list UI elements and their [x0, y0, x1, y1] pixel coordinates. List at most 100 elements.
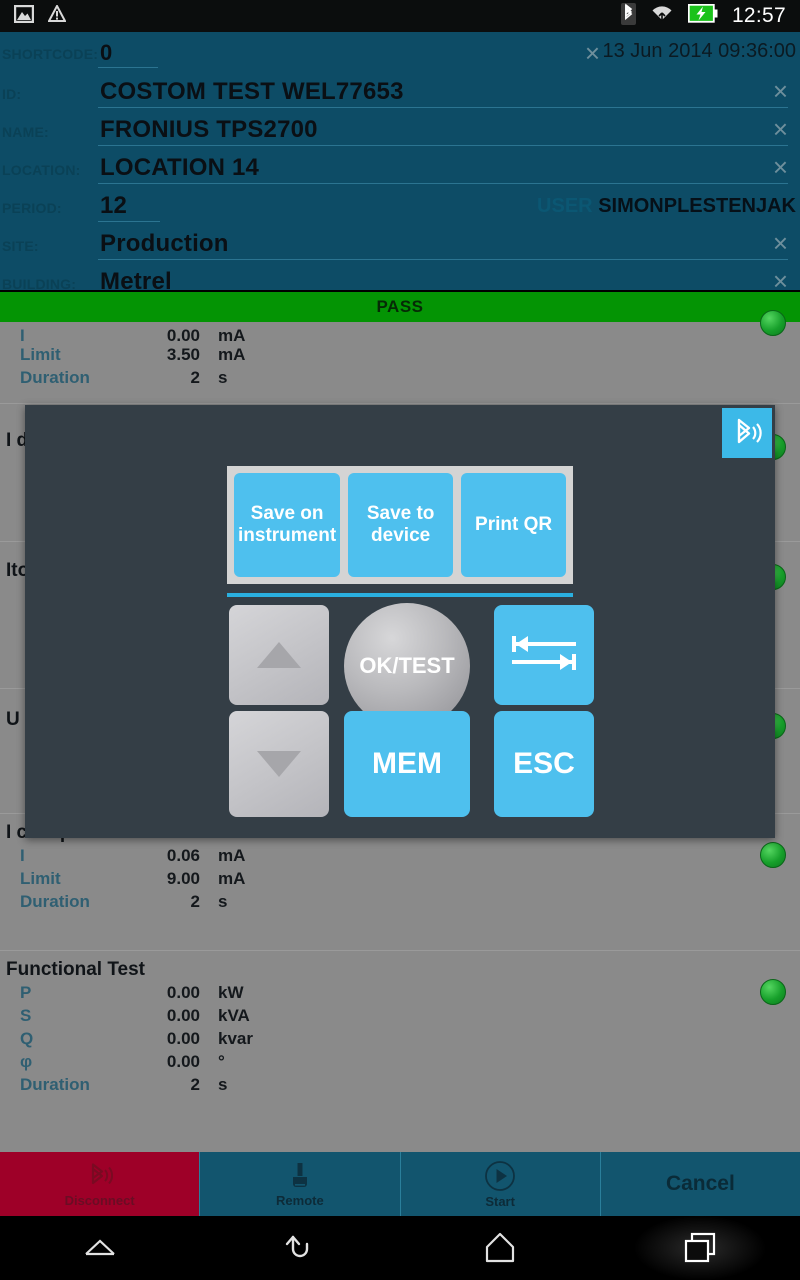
measurement-value: 0.00	[166, 1029, 200, 1048]
bottom-toolbar: Disconnect Remote Start Cancel	[0, 1152, 800, 1216]
measurement-name: Limit	[20, 869, 61, 888]
back-icon	[285, 1235, 309, 1258]
home-icon	[485, 1232, 515, 1263]
measurement-unit: mA	[218, 326, 246, 345]
bluetooth-icon	[91, 1162, 113, 1184]
save-options-panel: Save on instrument Save to device Print …	[227, 466, 573, 584]
result-block[interactable]: Functional Test P 0.00 kW S 0.00 kVA Q 0…	[0, 951, 800, 1131]
clock: 12:57	[731, 4, 786, 27]
nav-home-button[interactable]	[400, 1216, 600, 1280]
measurement-value: 2	[190, 892, 200, 911]
esc-button[interactable]: ESC	[494, 711, 594, 817]
bluetooth-icon	[737, 418, 762, 444]
cancel-button[interactable]: Cancel	[600, 1152, 800, 1216]
measurement-unit: mA	[218, 869, 246, 888]
form-label-building: BUILDING:	[2, 276, 77, 292]
measurement-row: Limit 9.00 mA	[0, 869, 800, 892]
clear-icon-shortcode[interactable]: ×	[585, 40, 600, 66]
user-label: USER	[537, 195, 593, 217]
tab-swap-button[interactable]	[494, 605, 594, 705]
nav-recents-button[interactable]	[600, 1216, 800, 1280]
print-qr-button[interactable]: Print QR	[461, 473, 567, 577]
nav-back-button[interactable]	[200, 1216, 400, 1280]
measurement-value: 0.00	[166, 1006, 200, 1025]
measurement-row: Limit 3.50 mA	[0, 345, 800, 368]
measurement-unit: kVA	[218, 1006, 250, 1025]
measurement-name: Duration	[20, 368, 90, 387]
measurement-unit: kvar	[218, 1029, 253, 1048]
form-row-id[interactable]: ID: COSTOM TEST WEL77653 ×	[0, 70, 800, 108]
wifi-icon	[650, 4, 674, 29]
save-on-instrument-button[interactable]: Save on instrument	[234, 473, 341, 577]
screen: 12:57 SHORTCODE: 0 × 13 Jun 2014 09:36:0…	[0, 0, 800, 1280]
user-display: USER SIMONPLESTENJAK	[537, 195, 796, 218]
measurement-value: 2	[190, 368, 200, 387]
remote-control-dialog: Save on instrument Save to device Print …	[25, 405, 775, 838]
measurement-name: S	[20, 1006, 32, 1025]
warning-icon	[47, 3, 67, 28]
form-row-shortcode[interactable]: SHORTCODE: 0 × 13 Jun 2014 09:36:00	[0, 32, 800, 68]
battery-charging-icon	[687, 3, 718, 28]
measurement-unit: mA	[218, 345, 246, 364]
image-icon	[13, 4, 35, 28]
nav-menu-button[interactable]	[0, 1216, 200, 1280]
pass-indicator	[760, 979, 786, 1005]
mem-button[interactable]: MEM	[344, 711, 470, 817]
measurement-unit: kW	[218, 983, 244, 1002]
probe-icon	[292, 1162, 307, 1187]
user-name: SIMONPLESTENJAK	[598, 195, 796, 217]
measurement-row: I 0.00 mA	[0, 322, 800, 345]
clear-icon-location[interactable]: ×	[773, 154, 788, 180]
menu-up-icon	[85, 1239, 115, 1256]
form-label-period: PERIOD:	[2, 200, 62, 216]
start-button[interactable]: Start	[400, 1152, 601, 1216]
clear-icon-building[interactable]: ×	[773, 268, 788, 294]
measurement-value: 9.00	[166, 869, 200, 888]
measurement-row: P 0.00 kW	[0, 983, 800, 1006]
measurement-name: φ	[20, 1052, 33, 1071]
measurement-name: P	[20, 983, 32, 1002]
clear-icon-id[interactable]: ×	[773, 78, 788, 104]
measurement-row: φ 0.00 °	[0, 1052, 800, 1075]
measurement-row: Duration 2 s	[0, 1075, 800, 1098]
clear-icon-site[interactable]: ×	[773, 230, 788, 256]
status-bar-left-icons	[13, 3, 67, 28]
form-row-location[interactable]: LOCATION: LOCATION 14 ×	[0, 146, 800, 184]
save-to-device-button[interactable]: Save to device	[348, 473, 454, 577]
form-row-period[interactable]: PERIOD: 12 USER SIMONPLESTENJAK	[0, 184, 800, 222]
result-block-title: Functional Test	[6, 959, 145, 980]
form-row-site[interactable]: SITE: Production ×	[0, 222, 800, 260]
form-label-shortcode: SHORTCODE:	[2, 46, 99, 62]
measurement-value: 0.00	[166, 983, 200, 1002]
result-block[interactable]: I 0.00 mA Limit 3.50 mA Duration 2 s	[0, 310, 800, 404]
arrow-up-button[interactable]	[229, 605, 329, 705]
clear-icon-name[interactable]: ×	[773, 116, 788, 142]
measurement-value: 2	[190, 1075, 200, 1094]
panel-divider	[227, 593, 573, 597]
form-value-shortcode[interactable]: 0	[100, 40, 112, 66]
status-bar-right-icons: 12:57	[620, 2, 786, 30]
measurement-row: Q 0.00 kvar	[0, 1029, 800, 1052]
record-timestamp: 13 Jun 2014 09:36:00	[602, 40, 796, 62]
pass-indicator	[760, 310, 786, 336]
remote-button[interactable]: Remote	[200, 1152, 401, 1216]
arrow-down-button[interactable]	[229, 711, 329, 817]
measurement-name: I	[20, 326, 25, 345]
measurement-row: S 0.00 kVA	[0, 1006, 800, 1029]
form-label-site: SITE:	[2, 238, 39, 254]
disconnect-button[interactable]: Disconnect	[0, 1152, 201, 1216]
bluetooth-button[interactable]	[722, 408, 772, 458]
measurement-name: Q	[20, 1029, 34, 1048]
disconnect-label: Disconnect	[64, 1192, 135, 1208]
form-value-name[interactable]: FRONIUS TPS2700	[100, 116, 318, 144]
form-value-location[interactable]: LOCATION 14	[100, 154, 259, 182]
measurement-name: I	[20, 846, 25, 865]
start-label: Start	[485, 1193, 515, 1209]
form-row-name[interactable]: NAME: FRONIUS TPS2700 ×	[0, 108, 800, 146]
form-value-site[interactable]: Production	[100, 230, 229, 258]
form-value-period[interactable]: 12	[100, 192, 127, 220]
form-value-id[interactable]: COSTOM TEST WEL77653	[100, 78, 404, 106]
status-bar: 12:57	[0, 0, 800, 32]
measurement-unit: mA	[218, 846, 246, 865]
measurement-row: Duration 2 s	[0, 368, 800, 391]
